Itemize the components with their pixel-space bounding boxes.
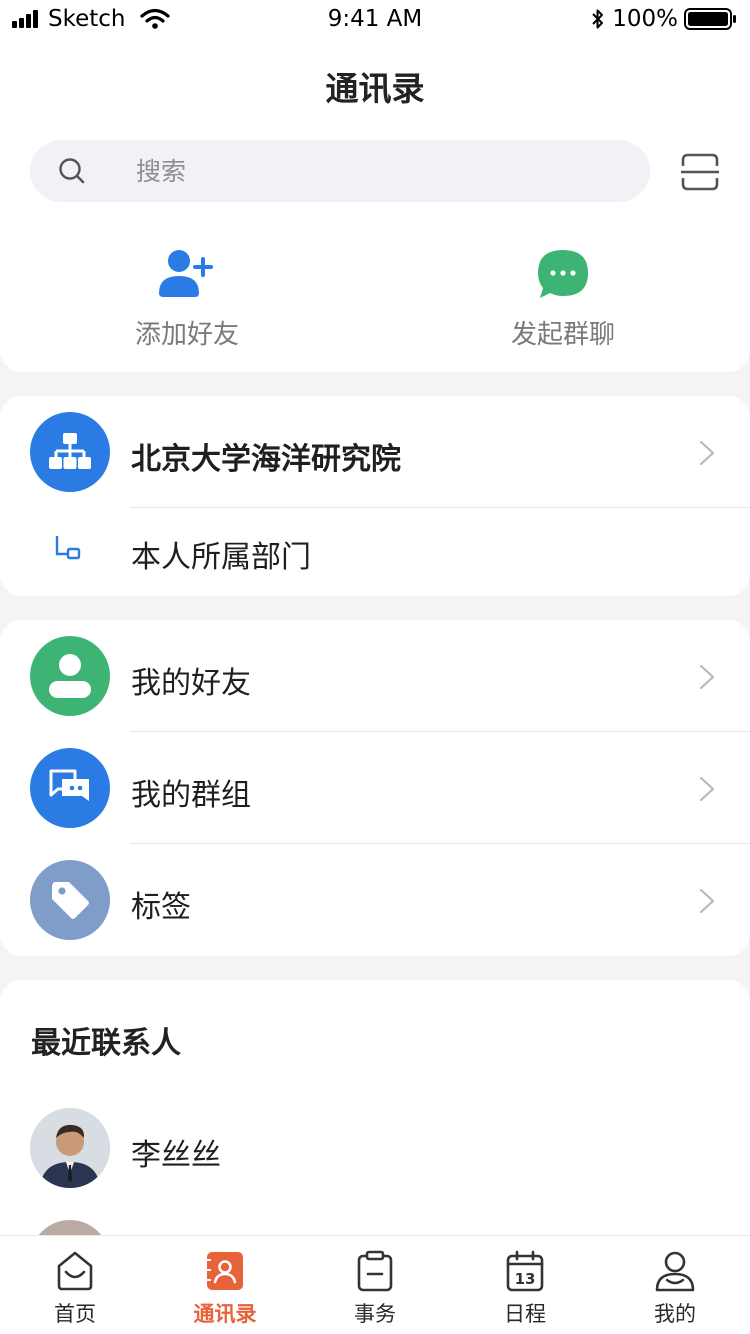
tab-tasks-label: 事务 bbox=[354, 1302, 396, 1326]
search-bar[interactable] bbox=[30, 140, 650, 202]
recent-contact-item[interactable]: 李丝丝 bbox=[0, 1092, 750, 1204]
bluetooth-icon bbox=[592, 9, 604, 29]
contact-name: 李丝丝 bbox=[131, 1138, 221, 1173]
start-group-chat-label: 发起群聊 bbox=[510, 320, 615, 350]
tab-home-label: 首页 bbox=[54, 1302, 96, 1326]
chevron-right-icon bbox=[699, 776, 715, 802]
tab-schedule-label: 日程 bbox=[504, 1302, 546, 1326]
add-friend-label: 添加好友 bbox=[134, 320, 239, 350]
tab-profile[interactable]: 我的 bbox=[600, 1236, 750, 1334]
chevron-right-icon bbox=[699, 440, 715, 466]
org-chart-icon bbox=[49, 433, 91, 469]
tags-row[interactable]: 标签 bbox=[0, 844, 750, 956]
tab-bar: 首页 通讯录 事务 13 日程 我的 bbox=[0, 1235, 750, 1334]
sub-department-icon bbox=[55, 536, 81, 560]
contacts-screen: Sketch 9:41 AM 100% 通讯录 搜索 添加好友 发起群聊 北京大… bbox=[0, 0, 750, 1334]
tag-icon bbox=[52, 882, 89, 919]
add-friend-icon bbox=[159, 250, 213, 297]
tab-home[interactable]: 首页 bbox=[0, 1236, 150, 1334]
tab-contacts-label: 通讯录 bbox=[193, 1302, 257, 1326]
calendar-day: 13 bbox=[515, 1270, 536, 1288]
tab-tasks[interactable]: 事务 bbox=[300, 1236, 450, 1334]
chevron-right-icon bbox=[699, 888, 715, 914]
scan-icon[interactable] bbox=[680, 152, 720, 192]
contacts-icon bbox=[207, 1252, 243, 1290]
department-label: 本人所属部门 bbox=[131, 540, 311, 575]
start-group-chat-button[interactable]: 发起群聊 bbox=[463, 246, 663, 351]
my-friends-label: 我的好友 bbox=[131, 666, 251, 701]
tab-schedule[interactable]: 13 日程 bbox=[450, 1236, 600, 1334]
my-friends-row[interactable]: 我的好友 bbox=[0, 620, 750, 732]
tags-label: 标签 bbox=[131, 890, 191, 925]
friends-avatar bbox=[30, 636, 110, 716]
calendar-icon: 13 bbox=[506, 1250, 544, 1292]
recent-contacts-title: 最近联系人 bbox=[31, 1026, 181, 1061]
group-icon bbox=[49, 769, 89, 801]
battery-label: 100% bbox=[612, 6, 678, 32]
groups-avatar bbox=[30, 748, 110, 828]
person-photo-icon bbox=[30, 1108, 110, 1188]
search-icon bbox=[59, 158, 85, 184]
battery-icon bbox=[684, 8, 736, 30]
home-icon bbox=[57, 1251, 93, 1291]
department-row[interactable]: 本人所属部门 bbox=[0, 508, 750, 596]
friend-icon bbox=[49, 654, 91, 698]
status-right: 100% bbox=[590, 6, 738, 32]
my-groups-label: 我的群组 bbox=[131, 778, 251, 813]
chevron-right-icon bbox=[699, 664, 715, 690]
search-input[interactable] bbox=[134, 152, 614, 190]
status-bar: Sketch 9:41 AM 100% bbox=[0, 0, 750, 40]
contact-avatar bbox=[30, 1108, 110, 1188]
tags-avatar bbox=[30, 860, 110, 940]
my-groups-row[interactable]: 我的群组 bbox=[0, 732, 750, 844]
tab-contacts[interactable]: 通讯录 bbox=[150, 1236, 300, 1334]
clipboard-icon bbox=[357, 1250, 393, 1292]
profile-icon bbox=[655, 1251, 695, 1292]
page-title: 通讯录 bbox=[325, 69, 425, 108]
organization-card: 北京大学海洋研究院 本人所属部门 bbox=[0, 396, 750, 596]
tab-profile-label: 我的 bbox=[654, 1302, 696, 1326]
organization-row[interactable]: 北京大学海洋研究院 bbox=[0, 396, 750, 508]
contacts-menu-card: 我的好友 我的群组 标签 bbox=[0, 620, 750, 956]
group-chat-icon bbox=[538, 250, 588, 298]
add-friend-button[interactable]: 添加好友 bbox=[87, 246, 287, 351]
organization-name: 北京大学海洋研究院 bbox=[131, 442, 401, 477]
org-avatar bbox=[30, 412, 110, 492]
